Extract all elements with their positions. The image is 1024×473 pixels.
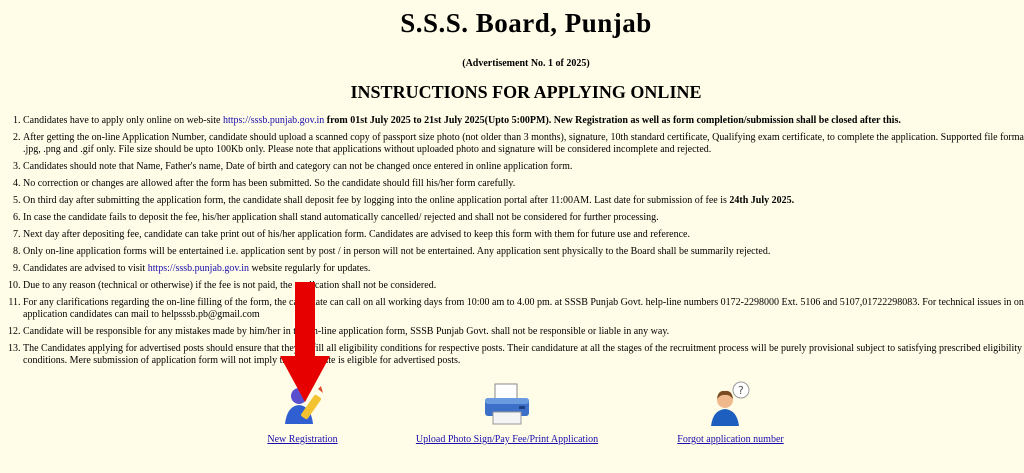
advertisement-number: (Advertisement No. 1 of 2025): [462, 58, 590, 69]
instruction-item: After getting the on-line Application Nu…: [23, 132, 1024, 156]
red-arrow-icon: [280, 282, 330, 402]
instruction-text: Candidates are advised to visit: [23, 263, 148, 274]
question-user-icon[interactable]: ?: [705, 380, 757, 428]
instructions-list: Candidates have to apply only online on …: [0, 115, 1024, 372]
instruction-item: Candidates are advised to visit https://…: [23, 263, 1024, 275]
instruction-text: On third day after submitting the applic…: [23, 195, 730, 206]
instruction-text: Only on-line application forms will be e…: [23, 246, 771, 257]
page-title: S.S.S. Board, Punjab: [400, 8, 652, 38]
website-link[interactable]: https://sssb.punjab.gov.in: [223, 115, 324, 126]
instruction-item: On third day after submitting the applic…: [23, 195, 1024, 207]
instruction-item: The Candidates applying for advertised p…: [23, 343, 1024, 367]
instruction-item: For any clarifications regarding the on-…: [23, 297, 1024, 321]
instruction-text: For any clarifications regarding the on-…: [23, 297, 1024, 320]
instruction-item: Candidate will be responsible for any mi…: [23, 326, 1024, 338]
instruction-text: Due to any reason (technical or otherwis…: [23, 280, 437, 291]
instruction-text: Candidates should note that Name, Father…: [23, 161, 573, 172]
instruction-item: No correction or changes are allowed aft…: [23, 178, 1024, 190]
instruction-text: In case the candidate fails to deposit t…: [23, 212, 659, 223]
printer-icon[interactable]: [481, 380, 533, 428]
new-registration-link[interactable]: New Registration: [267, 434, 337, 445]
forgot-action[interactable]: ? Forgot application number: [668, 380, 793, 445]
instruction-item: In case the candidate fails to deposit t…: [23, 212, 1024, 224]
forgot-link[interactable]: Forgot application number: [677, 434, 783, 445]
instruction-item: Candidates should note that Name, Father…: [23, 161, 1024, 173]
svg-text:?: ?: [738, 384, 744, 397]
instructions-heading: INSTRUCTIONS FOR APPLYING ONLINE: [350, 82, 702, 102]
instruction-text: No correction or changes are allowed aft…: [23, 178, 516, 189]
instruction-bold-text: from 01st July 2025 to 21st July 2025(Up…: [324, 115, 901, 126]
website-link[interactable]: https://sssb.punjab.gov.in: [148, 263, 249, 274]
instruction-text: Candidates have to apply only online on …: [23, 115, 223, 126]
instruction-text: Candidate will be responsible for any mi…: [23, 326, 670, 337]
instruction-text: After getting the on-line Application Nu…: [23, 132, 1024, 155]
instruction-item: Next day after depositing fee, candidate…: [23, 229, 1024, 241]
instruction-text: website regularly for updates.: [249, 263, 371, 274]
upload-action[interactable]: Upload Photo Sign/Pay Fee/Print Applicat…: [404, 380, 610, 445]
instruction-item: Due to any reason (technical or otherwis…: [23, 280, 1024, 292]
instruction-item: Candidates have to apply only online on …: [23, 115, 1024, 127]
upload-link[interactable]: Upload Photo Sign/Pay Fee/Print Applicat…: [416, 434, 598, 445]
instruction-text: Next day after depositing fee, candidate…: [23, 229, 690, 240]
instruction-item: Only on-line application forms will be e…: [23, 246, 1024, 258]
fee-last-date: 24th July 2025.: [729, 195, 795, 206]
instruction-text: The Candidates applying for advertised p…: [23, 343, 1023, 366]
